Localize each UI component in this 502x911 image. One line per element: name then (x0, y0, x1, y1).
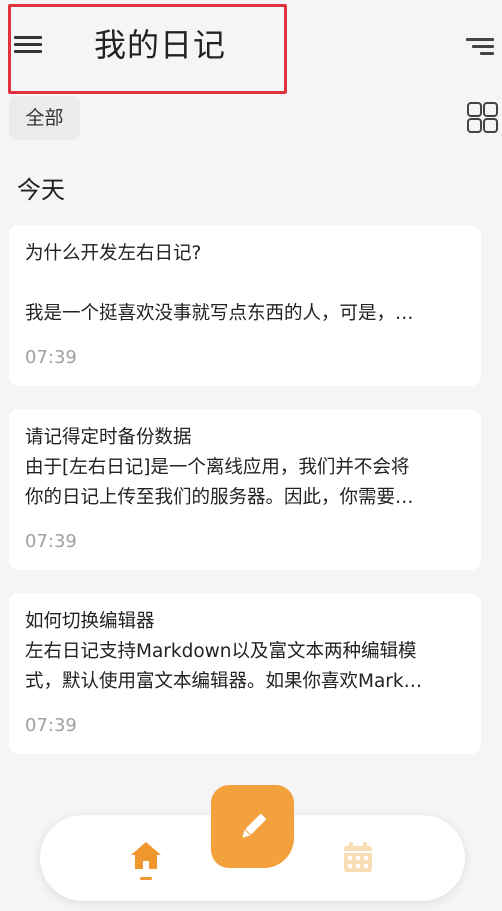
header: 我的日记 (0, 0, 502, 96)
entry-time: 07:39 (25, 715, 77, 736)
diary-entry-card[interactable]: 为什么开发左右日记? 我是一个挺喜欢没事就写点东西的人，可是，… 07:39 (9, 225, 481, 386)
home-icon[interactable] (126, 839, 166, 883)
entry-preview-line: 我是一个挺喜欢没事就写点东西的人，可是，… (25, 303, 414, 324)
hamburger-menu-icon[interactable] (12, 30, 46, 60)
entry-title: 为什么开发左右日记? (25, 243, 202, 264)
pencil-icon (242, 813, 267, 838)
section-title-today: 今天 (17, 176, 65, 204)
home-icon-glyph (131, 842, 161, 869)
calendar-icon[interactable] (340, 839, 376, 875)
new-entry-button[interactable] (211, 785, 294, 868)
diary-app: 我的日记 全部 今天 为什么开发左右日记? 我是一个挺喜欢没事就写点东西的人，可… (0, 0, 502, 911)
entry-preview: 左右日记支持Markdown以及富文本两种编辑模 式，默认使用富文本编辑器。如果… (25, 637, 465, 697)
home-active-indicator (140, 877, 152, 880)
entry-preview: 由于[左右日记]是一个离线应用，我们并不会将 你的日记上传至我们的服务器。因此，… (25, 453, 465, 513)
entry-preview-line: 由于[左右日记]是一个离线应用，我们并不会将 (25, 457, 410, 478)
entry-preview-line: 左右日记支持Markdown以及富文本两种编辑模 (25, 641, 417, 662)
entry-title: 请记得定时备份数据 (25, 427, 192, 448)
entry-preview-line: 你的日记上传至我们的服务器。因此，你需要… (25, 487, 414, 508)
entry-time: 07:39 (25, 531, 77, 552)
page-title: 我的日记 (94, 26, 227, 64)
entry-preview-line (25, 269, 465, 299)
entry-preview-line: 式，默认使用富文本编辑器。如果你喜欢Mark… (25, 671, 423, 692)
entry-time: 07:39 (25, 347, 77, 368)
entry-title: 如何切换编辑器 (25, 611, 155, 632)
sort-lines-icon[interactable] (464, 32, 498, 62)
diary-entry-card[interactable]: 如何切换编辑器 左右日记支持Markdown以及富文本两种编辑模 式，默认使用富… (9, 593, 481, 754)
grid-view-icon[interactable] (467, 102, 499, 134)
filter-chip-all[interactable]: 全部 (9, 96, 80, 140)
entry-preview: 我是一个挺喜欢没事就写点东西的人，可是，… (25, 269, 465, 329)
calendar-icon-glyph (344, 842, 372, 872)
diary-entry-card[interactable]: 请记得定时备份数据 由于[左右日记]是一个离线应用，我们并不会将 你的日记上传至… (9, 409, 481, 570)
